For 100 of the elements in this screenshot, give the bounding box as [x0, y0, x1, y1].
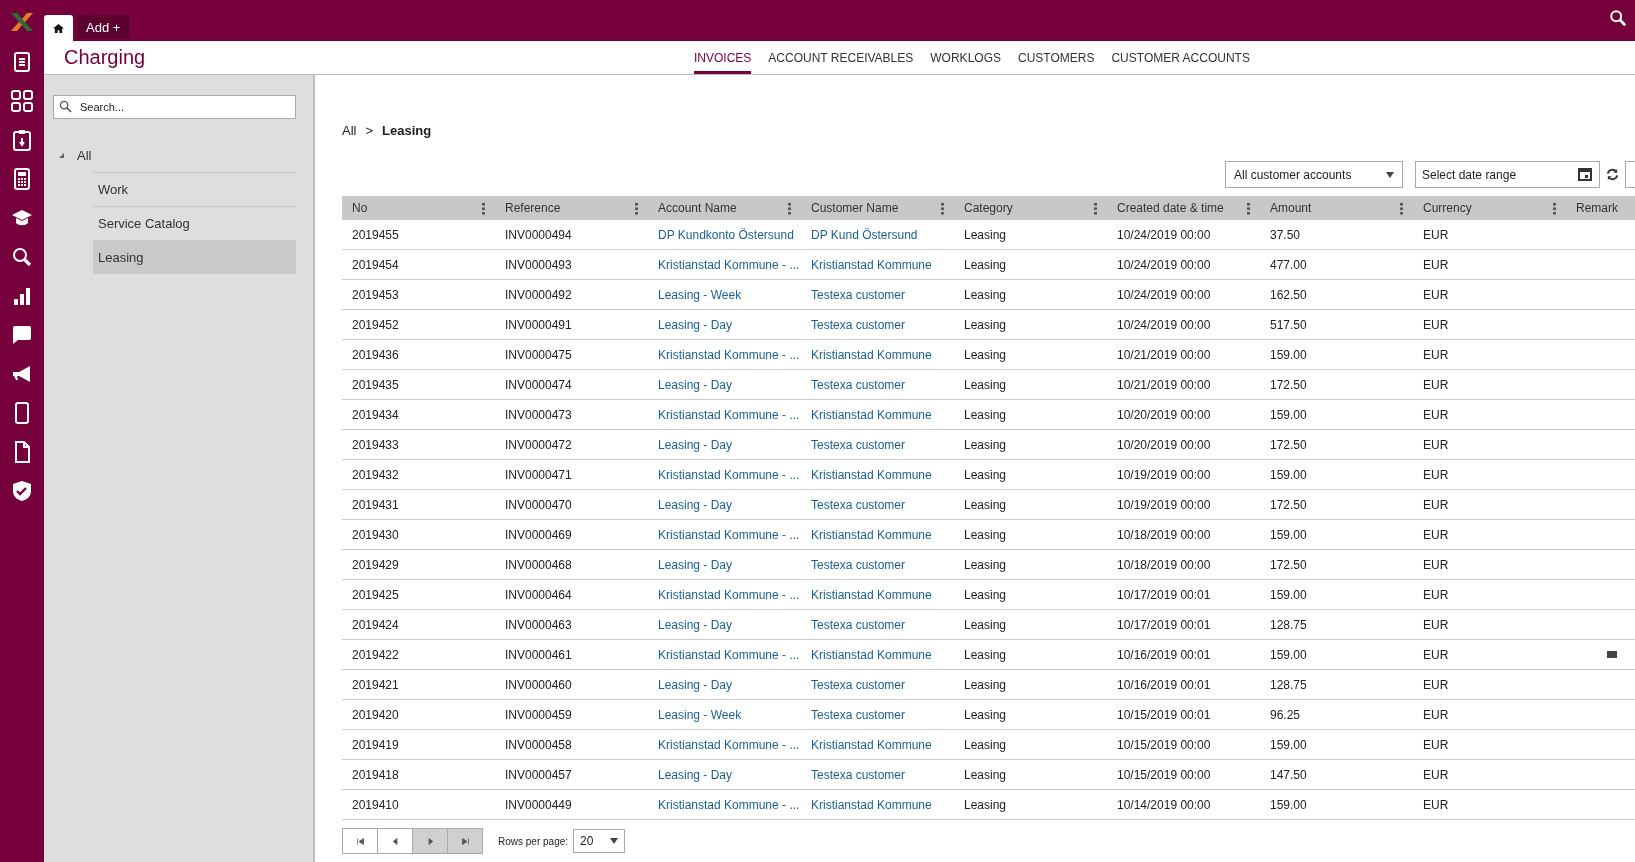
table-link[interactable]: Kristianstad Kommune — [811, 587, 932, 602]
table-link[interactable]: Kristianstad Kommune - ... — [658, 587, 800, 602]
table-link[interactable]: Kristianstad Kommune — [811, 347, 932, 362]
column-menu-icon[interactable] — [788, 201, 791, 215]
chat-bubble-icon[interactable] — [11, 324, 33, 346]
table-link[interactable]: Kristianstad Kommune — [811, 467, 932, 482]
table-row[interactable]: 2019432 INV0000471 Kristianstad Kommune - ... Kristianstad Kommune Leasing 10/19/2019 00:00 159.00 EUR — [342, 460, 1635, 490]
column-menu-icon[interactable] — [1553, 201, 1556, 215]
last-page-button[interactable] — [448, 829, 482, 853]
nav-tab[interactable]: INVOICES — [694, 41, 752, 74]
caret-icon[interactable] — [59, 153, 64, 158]
table-link[interactable]: Leasing - Day — [658, 317, 733, 332]
logo-icon[interactable] — [10, 12, 34, 32]
table-link[interactable]: Leasing - Week — [658, 287, 742, 302]
table-link[interactable]: Kristianstad Kommune — [811, 797, 932, 812]
table-link[interactable]: Kristianstad Kommune - ... — [658, 467, 800, 482]
table-row[interactable]: 2019436 INV0000475 Kristianstad Kommune - ... Kristianstad Kommune Leasing 10/21/2019 00:00 159.00 EUR — [342, 340, 1635, 370]
table-link[interactable]: DP Kund Östersund — [811, 227, 918, 242]
clipboard-icon[interactable] — [11, 129, 33, 151]
table-link[interactable]: Leasing - Day — [658, 557, 733, 572]
column-menu-icon[interactable] — [482, 201, 485, 215]
table-link[interactable]: Leasing - Day — [658, 677, 733, 692]
document-icon[interactable] — [11, 51, 33, 73]
table-link[interactable]: Testexa customer — [811, 767, 906, 782]
tree-item[interactable]: Work — [93, 172, 296, 206]
search-icon[interactable] — [1609, 9, 1627, 27]
column-menu-icon[interactable] — [1247, 201, 1250, 215]
table-row[interactable]: 2019455 INV0000494 DP Kundkonto Östersund DP Kund Östersund Leasing 10/24/2019 00:00 37.50 EUR — [342, 220, 1635, 250]
column-menu-icon[interactable] — [1094, 201, 1097, 215]
column-menu-icon[interactable] — [635, 201, 638, 215]
table-link[interactable]: Kristianstad Kommune - ... — [658, 737, 800, 752]
table-link[interactable]: Testexa customer — [811, 677, 906, 692]
table-link[interactable]: Kristianstad Kommune — [811, 407, 932, 422]
table-row[interactable]: 2019430 INV0000469 Kristianstad Kommune - ... Kristianstad Kommune Leasing 10/18/2019 00:00 159.00 EUR — [342, 520, 1635, 550]
table-row[interactable]: 2019418 INV0000457 Leasing - Day Testexa customer Leasing 10/15/2019 00:00 147.50 EUR — [342, 760, 1635, 790]
table-link[interactable]: Kristianstad Kommune — [811, 647, 932, 662]
table-link[interactable]: Kristianstad Kommune - ... — [658, 407, 800, 422]
add-tab[interactable]: Add + — [77, 15, 130, 39]
table-row[interactable]: 2019453 INV0000492 Leasing - Week Testexa customer Leasing 10/24/2019 00:00 162.50 EUR — [342, 280, 1635, 310]
tree-item[interactable]: All — [53, 139, 296, 172]
table-link[interactable]: Leasing - Day — [658, 617, 733, 632]
table-link[interactable]: DP Kundkonto Östersund — [658, 227, 794, 242]
rows-per-page-dropdown[interactable]: 20 — [573, 829, 626, 853]
table-link[interactable]: Testexa customer — [811, 317, 906, 332]
bar-chart-icon[interactable] — [11, 285, 33, 307]
table-row[interactable]: 2019435 INV0000474 Leasing - Day Testexa customer Leasing 10/21/2019 00:00 172.50 EUR — [342, 370, 1635, 400]
home-tab[interactable] — [44, 15, 73, 41]
column-header[interactable]: Category — [964, 201, 1013, 215]
nav-tab[interactable]: WORKLOGS — [930, 41, 1001, 74]
column-header[interactable]: Remark — [1576, 201, 1618, 215]
refresh-icon[interactable] — [1606, 168, 1619, 181]
table-link[interactable]: Kristianstad Kommune - ... — [658, 257, 800, 272]
table-link[interactable]: Leasing - Day — [658, 497, 733, 512]
table-row[interactable]: 2019410 INV0000449 Kristianstad Kommune - ... Kristianstad Kommune Leasing 10/14/2019 00:00 159.00 EUR — [342, 790, 1635, 820]
nav-tab[interactable]: CUSTOMERS — [1018, 41, 1095, 74]
table-row[interactable]: 2019422 INV0000461 Kristianstad Kommune - ... Kristianstad Kommune Leasing 10/16/2019 00:01 159.00 EUR — [342, 640, 1635, 670]
table-link[interactable]: Leasing - Week — [658, 707, 742, 722]
table-row[interactable]: 2019424 INV0000463 Leasing - Day Testexa customer Leasing 10/17/2019 00:01 128.75 EUR — [342, 610, 1635, 640]
table-link[interactable]: Testexa customer — [811, 557, 906, 572]
column-header[interactable]: No — [352, 201, 368, 215]
megaphone-icon[interactable] — [11, 363, 33, 385]
table-row[interactable]: 2019425 INV0000464 Kristianstad Kommune - ... Kristianstad Kommune Leasing 10/17/2019 00:01 159.00 EUR — [342, 580, 1635, 610]
column-menu-icon[interactable] — [1400, 201, 1403, 215]
breadcrumb-item[interactable]: All — [342, 122, 357, 138]
table-link[interactable]: Kristianstad Kommune - ... — [658, 647, 800, 662]
table-link[interactable]: Kristianstad Kommune — [811, 527, 932, 542]
table-row[interactable]: 2019429 INV0000468 Leasing - Day Testexa customer Leasing 10/18/2019 00:00 172.50 EUR — [342, 550, 1635, 580]
table-row[interactable]: 2019419 INV0000458 Kristianstad Kommune - ... Kristianstad Kommune Leasing 10/15/2019 00:00 159.00 EUR — [342, 730, 1635, 760]
table-row[interactable]: 2019452 INV0000491 Leasing - Day Testexa customer Leasing 10/24/2019 00:00 517.50 EUR — [342, 310, 1635, 340]
column-header[interactable]: Currency — [1423, 201, 1472, 215]
column-menu-icon[interactable] — [941, 201, 944, 215]
column-header[interactable]: Account Name — [658, 201, 737, 215]
table-link[interactable]: Testexa customer — [811, 707, 906, 722]
column-header[interactable]: Customer Name — [811, 201, 899, 215]
tree-item[interactable]: Leasing — [93, 240, 296, 274]
table-row[interactable]: 2019434 INV0000473 Kristianstad Kommune - ... Kristianstad Kommune Leasing 10/20/2019 00:00 159.00 EUR — [342, 400, 1635, 430]
table-link[interactable]: Leasing - Day — [658, 767, 733, 782]
calculator-icon[interactable] — [11, 168, 33, 190]
table-link[interactable]: Kristianstad Kommune — [811, 257, 932, 272]
column-header[interactable]: Reference — [505, 201, 561, 215]
shield-check-icon[interactable] — [11, 480, 33, 502]
search-icon[interactable] — [11, 246, 33, 268]
table-link[interactable]: Leasing - Day — [658, 377, 733, 392]
table-row[interactable]: 2019433 INV0000472 Leasing - Day Testexa customer Leasing 10/20/2019 00:00 172.50 EUR — [342, 430, 1635, 460]
date-range-field[interactable]: Select date range — [1415, 161, 1600, 188]
account-dropdown[interactable]: All customer accounts — [1225, 161, 1403, 188]
table-row[interactable]: 2019420 INV0000459 Leasing - Week Testexa customer Leasing 10/15/2019 00:01 96.25 EUR — [342, 700, 1635, 730]
nav-tab[interactable]: CUSTOMER ACCOUNTS — [1111, 41, 1250, 74]
table-row[interactable]: 2019421 INV0000460 Leasing - Day Testexa customer Leasing 10/16/2019 00:01 128.75 EUR — [342, 670, 1635, 700]
table-row[interactable]: 2019431 INV0000470 Leasing - Day Testexa customer Leasing 10/19/2019 00:00 172.50 EUR — [342, 490, 1635, 520]
table-link[interactable]: Testexa customer — [811, 437, 906, 452]
search-field[interactable]: Search... — [53, 95, 296, 119]
column-header[interactable]: Created date & time — [1117, 201, 1224, 215]
table-link[interactable]: Testexa customer — [811, 617, 906, 632]
table-link[interactable]: Testexa customer — [811, 497, 906, 512]
table-link[interactable]: Kristianstad Kommune - ... — [658, 347, 800, 362]
nav-tab[interactable]: ACCOUNT RECEIVABLES — [768, 41, 914, 74]
table-link[interactable]: Testexa customer — [811, 287, 906, 302]
column-header[interactable]: Amount — [1270, 201, 1312, 215]
table-link[interactable]: Kristianstad Kommune - ... — [658, 797, 800, 812]
